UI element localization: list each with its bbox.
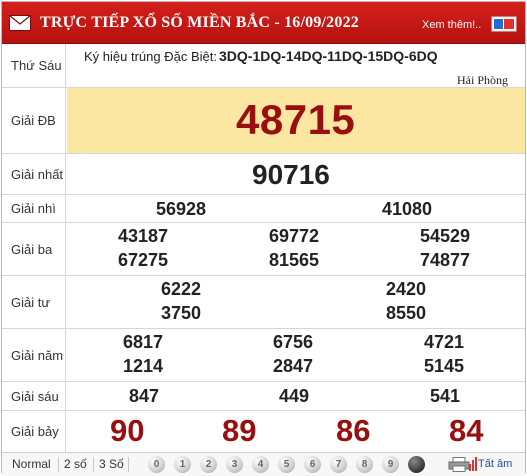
prize-label-special: Giải ĐB: [2, 88, 66, 153]
bar-chart-icon[interactable]: [469, 457, 477, 471]
live-results-icon[interactable]: [491, 16, 517, 32]
results-panel: TRỰC TIẾP XỔ SỐ MIỀN BẮC - 16/09/2022 Xe…: [1, 1, 526, 476]
prize-label-third: Giải ba: [2, 223, 66, 275]
digit-ball-2[interactable]: 2: [200, 456, 217, 473]
stats-link[interactable]: Tất âm: [478, 458, 512, 470]
sixth-prize-number: 449: [279, 386, 310, 406]
prize-label-fourth: Giải tư: [2, 276, 66, 328]
fifth-prize-number: 2847: [273, 356, 314, 376]
third-prize-number: 43187: [118, 226, 169, 246]
first-prize-number: 90716: [252, 159, 330, 190]
digit-ball-1[interactable]: 1: [174, 456, 191, 473]
prize-row-second: Giải nhì 56928 41080: [2, 195, 525, 223]
option-normal[interactable]: Normal: [12, 457, 51, 471]
divider: [128, 457, 129, 472]
draw-info-row: Thứ Sáu Ký hiệu trúng Đặc Biệt: 3DQ-1DQ-…: [2, 44, 525, 88]
prize-row-fourth: Giải tư 6222 2420 3750 8550: [2, 276, 525, 329]
prize-row-third: Giải ba 43187 69772 54529 67275 81565 74…: [2, 223, 525, 276]
prize-row-special: Giải ĐB 48715: [2, 88, 525, 154]
digit-ball-3[interactable]: 3: [226, 456, 243, 473]
prize-label-fifth: Giải năm: [2, 329, 66, 381]
fourth-prize-number: 2420: [386, 279, 427, 299]
digit-ball-0[interactable]: 0: [148, 456, 165, 473]
draw-day: Thứ Sáu: [2, 44, 66, 87]
prize-label-seventh: Giải bảy: [2, 411, 66, 452]
fifth-prize-number: 4721: [424, 332, 465, 352]
third-prize-number: 74877: [420, 250, 471, 270]
third-prize-number: 67275: [118, 250, 169, 270]
special-prize-number: 48715: [236, 96, 356, 143]
prize-label-second: Giải nhì: [2, 195, 66, 222]
fourth-prize-number: 8550: [386, 303, 427, 323]
digit-ball-6[interactable]: 6: [304, 456, 321, 473]
digit-ball-9[interactable]: 9: [382, 456, 399, 473]
fifth-prize-number: 1214: [123, 356, 164, 376]
third-prize-number: 54529: [420, 226, 471, 246]
third-prize-number: 69772: [269, 226, 320, 246]
option-two-digits[interactable]: 2 số: [64, 457, 87, 471]
highlight-toggle-icon[interactable]: [408, 456, 425, 473]
fifth-prize-number: 5145: [424, 356, 465, 376]
seventh-prize-number: 84: [449, 413, 484, 448]
option-three-digits[interactable]: 3 Số: [99, 457, 124, 471]
prize-label-sixth: Giải sáu: [2, 382, 66, 410]
sixth-prize-number: 541: [430, 386, 461, 406]
seventh-prize-number: 86: [336, 413, 371, 448]
prize-row-sixth: Giải sáu 847 449 541: [2, 382, 525, 411]
fifth-prize-number: 6817: [123, 332, 164, 352]
sixth-prize-number: 847: [129, 386, 160, 406]
divider: [58, 457, 59, 472]
fourth-prize-number: 6222: [161, 279, 202, 299]
seventh-prize-number: 90: [110, 413, 145, 448]
results-header: TRỰC TIẾP XỔ SỐ MIỀN BẮC - 16/09/2022 Xe…: [2, 2, 525, 44]
fourth-prize-number: 3750: [161, 303, 202, 323]
fifth-prize-number: 6756: [273, 332, 314, 352]
prize-row-first: Giải nhất 90716: [2, 154, 525, 195]
digit-ball-8[interactable]: 8: [356, 456, 373, 473]
display-options-bar: Normal 2 số 3 Số 0 1 2 3 4 5 6 7 8 9 Tất…: [2, 452, 525, 476]
special-codes: 3DQ-1DQ-14DQ-11DQ-15DQ-6DQ: [219, 48, 438, 64]
divider: [93, 457, 94, 472]
results-title: TRỰC TIẾP XỔ SỐ MIỀN BẮC - 16/09/2022: [40, 14, 359, 31]
prize-row-fifth: Giải năm 6817 6756 4721 1214 2847 5145: [2, 329, 525, 382]
third-prize-number: 81565: [269, 250, 320, 270]
see-more-link[interactable]: Xem thêm!..: [422, 19, 481, 31]
second-prize-number: 56928: [156, 199, 207, 219]
special-code-label: Ký hiệu trúng Đặc Biệt:: [84, 49, 217, 64]
second-prize-number: 41080: [382, 199, 433, 219]
draw-region: Hải Phòng: [457, 73, 508, 87]
seventh-prize-number: 89: [222, 413, 257, 448]
digit-ball-7[interactable]: 7: [330, 456, 347, 473]
envelope-icon: [9, 15, 31, 31]
prize-row-seventh: Giải bảy 90 89 86 84: [2, 411, 525, 452]
digit-ball-5[interactable]: 5: [278, 456, 295, 473]
prize-label-first: Giải nhất: [2, 154, 66, 194]
printer-icon[interactable]: [448, 457, 470, 472]
digit-ball-4[interactable]: 4: [252, 456, 269, 473]
